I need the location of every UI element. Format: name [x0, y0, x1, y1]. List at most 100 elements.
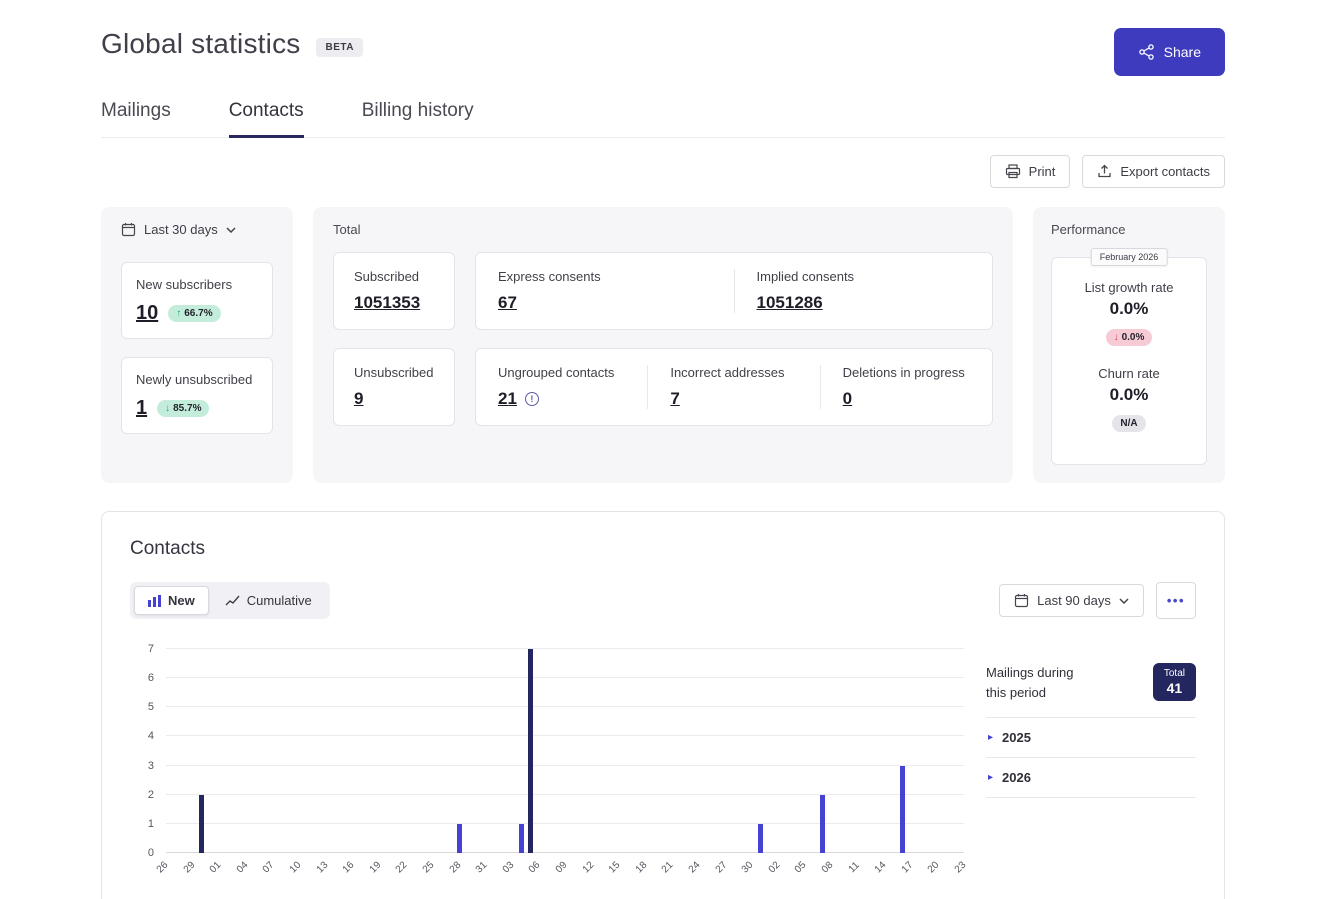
chart-x-tick-label: 09 [554, 860, 570, 876]
incorrect-addresses-label: Incorrect addresses [670, 365, 803, 380]
info-icon[interactable]: ! [525, 392, 539, 406]
newly-unsubscribed-label: Newly unsubscribed [136, 371, 258, 389]
year-row-2025[interactable]: ▸ 2025 [986, 717, 1196, 757]
mailings-total-label: Total [1164, 668, 1185, 679]
chart-y-tick-label: 5 [148, 701, 154, 713]
chart-mode-toggle: New Cumulative [130, 582, 330, 619]
new-subscribers-label: New subscribers [136, 276, 258, 294]
total-panel: Total Subscribed 1051353 Express consent… [313, 207, 1013, 483]
deletions-in-progress-label: Deletions in progress [843, 365, 976, 380]
deletions-in-progress-value[interactable]: 0 [843, 389, 852, 409]
list-growth-value: 0.0% [1052, 299, 1206, 319]
chart-x-tick-label: 31 [474, 860, 490, 876]
chart-gridline [166, 735, 964, 736]
newly-unsubscribed-value[interactable]: 1 [136, 397, 147, 420]
arrow-up-icon: ↑ [176, 308, 181, 319]
newly-unsubscribed-badge: ↓ 85.7% [157, 400, 209, 417]
unsubscribed-value[interactable]: 9 [354, 389, 363, 409]
chart-x-tick-label: 15 [607, 860, 623, 876]
page-title: Global statistics [101, 28, 300, 60]
tab-contacts[interactable]: Contacts [229, 100, 304, 138]
toggle-cumulative-button[interactable]: Cumulative [211, 586, 326, 615]
toggle-cumulative-label: Cumulative [247, 593, 312, 608]
beta-badge: BETA [316, 38, 362, 57]
chart-x-tick-label: 24 [687, 860, 703, 876]
chart-gridline [166, 648, 964, 649]
incorrect-addresses-cell: Incorrect addresses 7 [647, 365, 819, 409]
printer-icon [1005, 164, 1021, 179]
ungrouped-contacts-cell: Ungrouped contacts 21 ! [476, 365, 647, 409]
year-row-2026[interactable]: ▸ 2026 [986, 757, 1196, 798]
chart-x-tick-label: 13 [314, 860, 330, 876]
chart-area: 2629010407101316192225283103060912151821… [166, 649, 964, 879]
chart-gridline [166, 706, 964, 707]
print-button[interactable]: Print [990, 155, 1071, 188]
calendar-icon [121, 222, 136, 237]
list-growth-group: List growth rate 0.0% ↓ 0.0% [1052, 280, 1206, 346]
chart-date-range-select[interactable]: Last 90 days [999, 584, 1144, 617]
contacts-section: Contacts New Cumulative [101, 511, 1225, 899]
express-consents-value[interactable]: 67 [498, 293, 517, 313]
date-range-select[interactable]: Last 30 days [121, 222, 236, 237]
export-contacts-button[interactable]: Export contacts [1082, 155, 1225, 188]
page: Global statistics BETA Share Mailings Co… [0, 0, 1320, 899]
year-label: 2026 [1002, 770, 1031, 785]
chart-y-tick-label: 1 [148, 818, 154, 830]
subscribed-card: Subscribed 1051353 [333, 252, 455, 330]
chart-bar [900, 766, 905, 853]
arrow-down-icon: ↓ [165, 403, 170, 414]
list-growth-badge-value: 0.0% [1122, 332, 1145, 343]
churn-rate-group: Churn rate 0.0% N/A [1052, 366, 1206, 432]
toolbar: Print Export contacts [101, 155, 1225, 188]
chart-x-tick-label: 01 [208, 860, 224, 876]
tab-mailings[interactable]: Mailings [101, 100, 171, 138]
print-button-label: Print [1029, 164, 1056, 179]
mailings-period-label: Mailings during this period [986, 663, 1090, 702]
chevron-down-icon [226, 227, 236, 233]
chart-x-tick-label: 10 [288, 860, 304, 876]
churn-rate-label: Churn rate [1052, 366, 1206, 381]
year-label: 2025 [1002, 730, 1031, 745]
chart-controls: New Cumulative Last 90 days [130, 582, 1196, 619]
period-panel: Last 30 days New subscribers 10 ↑ 66.7% … [101, 207, 293, 483]
chart-x-tick-label: 26 [155, 860, 171, 876]
unsubscribed-label: Unsubscribed [354, 365, 434, 380]
chart-x-tick-label: 02 [767, 860, 783, 876]
chart-y-tick-label: 6 [148, 672, 154, 684]
chart-row: 01234567 2629010407101316192225283103060… [130, 649, 1196, 879]
implied-consents-cell: Implied consents 1051286 [734, 269, 993, 313]
subscribed-value[interactable]: 1051353 [354, 293, 420, 313]
share-button[interactable]: Share [1114, 28, 1225, 76]
chart-x-tick-label: 11 [846, 860, 861, 875]
chart-y-axis: 01234567 [130, 649, 166, 853]
list-growth-badge: ↓ 0.0% [1106, 329, 1153, 346]
stats-row: Last 30 days New subscribers 10 ↑ 66.7% … [101, 207, 1225, 483]
incorrect-addresses-value[interactable]: 7 [670, 389, 679, 409]
bar-chart-icon [148, 595, 161, 607]
chart-y-tick-label: 0 [148, 847, 154, 859]
more-options-button[interactable]: ••• [1156, 582, 1196, 619]
export-contacts-button-label: Export contacts [1120, 164, 1210, 179]
chart-plot [166, 649, 964, 853]
consents-card: Express consents 67 Implied consents 105… [475, 252, 993, 330]
chart-x-tick-label: 06 [527, 860, 543, 876]
chart-x-tick-label: 28 [447, 860, 463, 876]
chart-date-range-label: Last 90 days [1037, 593, 1111, 608]
performance-tooltip: February 2026 [1091, 248, 1168, 266]
chart-x-tick-label: 03 [501, 860, 517, 876]
implied-consents-value[interactable]: 1051286 [757, 293, 823, 313]
contacts-section-title: Contacts [130, 538, 1196, 560]
newly-unsubscribed-card: Newly unsubscribed 1 ↓ 85.7% [121, 357, 273, 434]
toggle-new-button[interactable]: New [134, 586, 209, 615]
ungrouped-contacts-value[interactable]: 21 [498, 389, 517, 409]
chart-x-tick-label: 16 [341, 860, 357, 876]
tab-billing-history[interactable]: Billing history [362, 100, 474, 138]
chart-y-tick-label: 4 [148, 730, 154, 742]
mailings-year-list: ▸ 2025 ▸ 2026 [986, 717, 1196, 798]
chart-bar [528, 649, 533, 853]
chart-x-tick-label: 14 [873, 860, 889, 876]
chart-gridline [166, 823, 964, 824]
triangle-right-icon: ▸ [988, 732, 993, 743]
chart-x-tick-label: 30 [740, 860, 756, 876]
new-subscribers-value[interactable]: 10 [136, 302, 158, 325]
